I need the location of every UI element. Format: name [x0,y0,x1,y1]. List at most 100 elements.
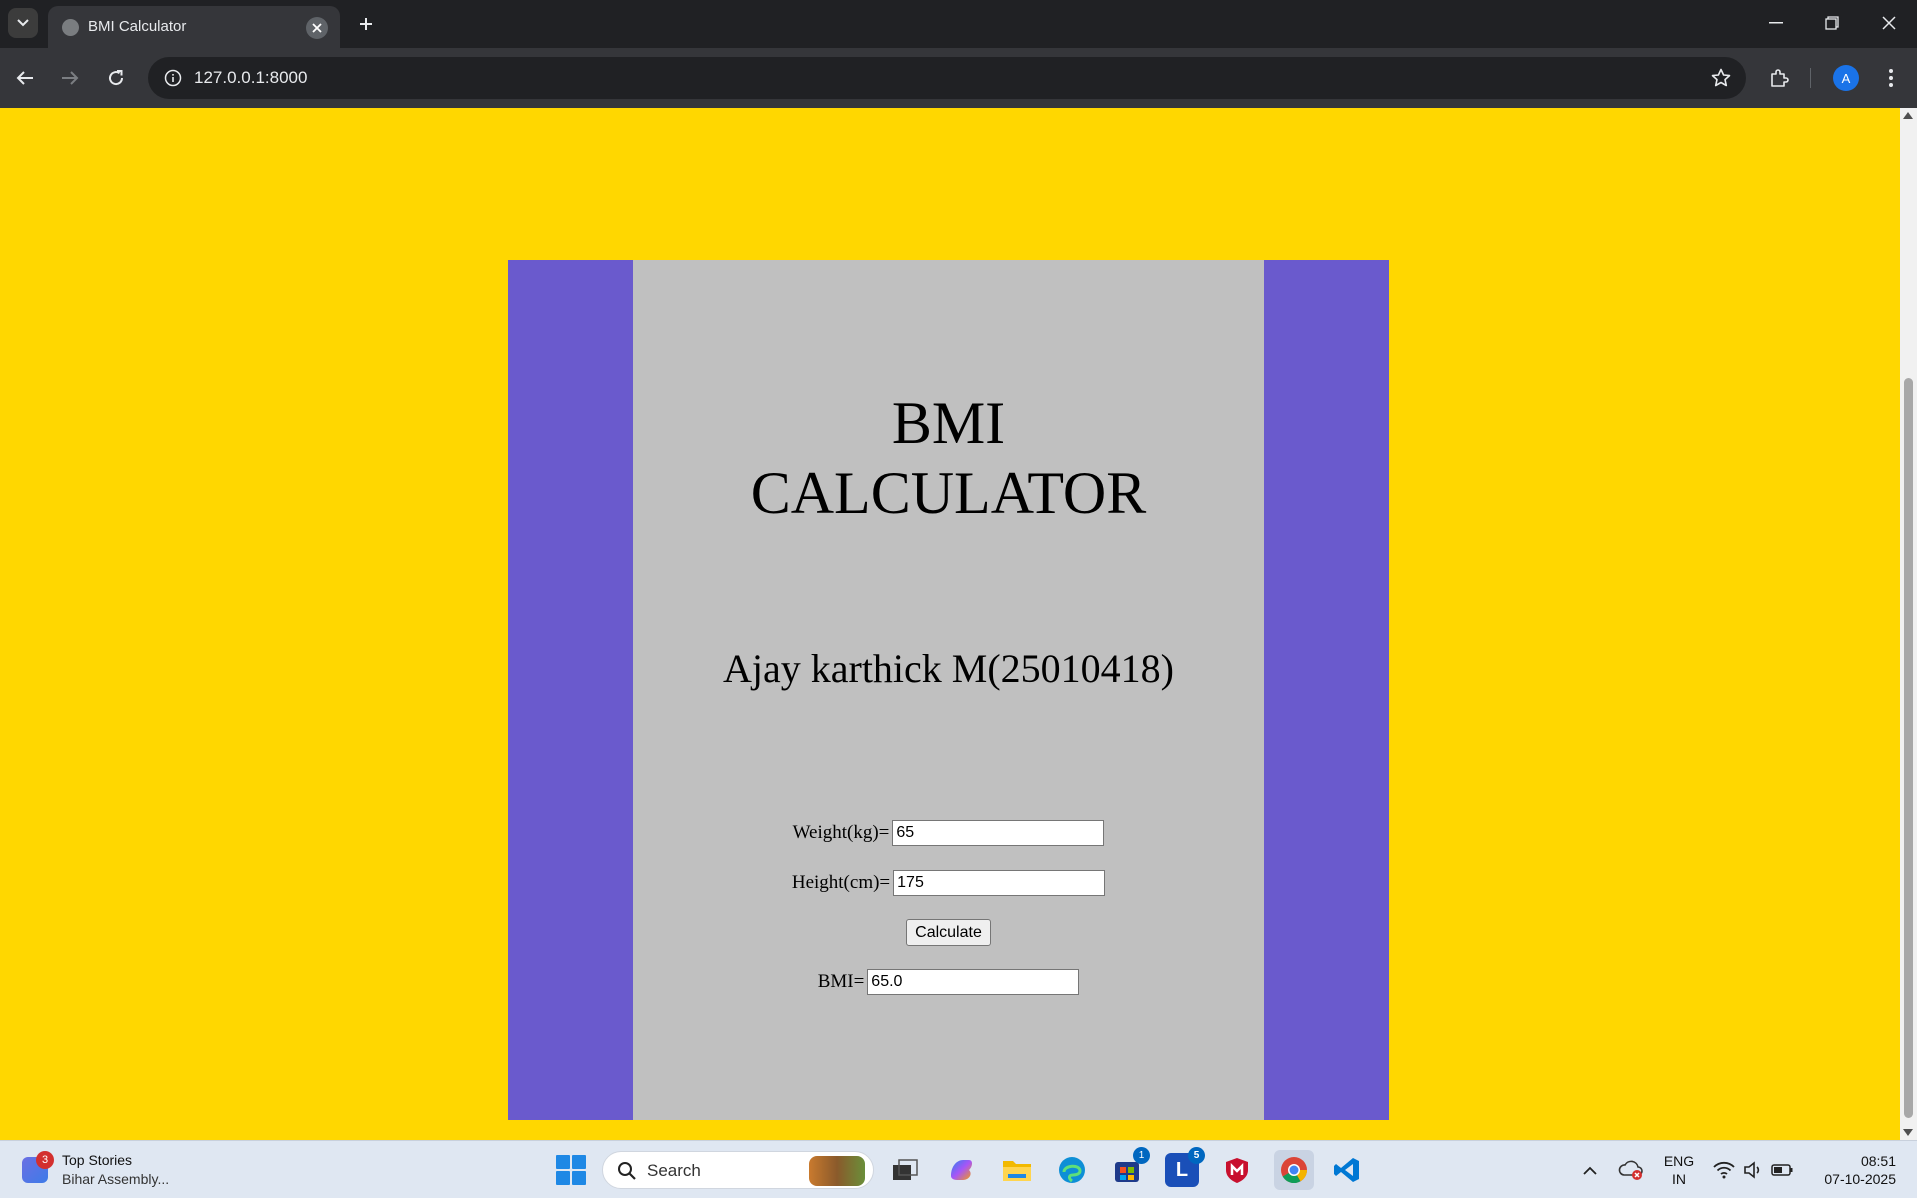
browser-toolbar: 127.0.0.1:8000 A [0,48,1917,108]
windows-logo-pane [556,1171,570,1185]
taskbar-search[interactable]: Search [602,1151,874,1189]
title-line-2: CALCULATOR [750,460,1147,526]
l-app-icon: L [1175,1158,1189,1181]
reload-icon [109,70,124,86]
copilot-icon [951,1160,972,1180]
page-title: BMI CALCULATOR [633,388,1264,528]
calculate-button[interactable]: Calculate [906,919,991,946]
minimize-button[interactable] [1748,0,1804,46]
height-row: Height(cm)= [633,870,1264,896]
clock-date: 07-10-2025 [1824,1171,1896,1187]
search-label: Search [647,1161,701,1180]
more-vert-icon [1889,69,1893,87]
vscode-button[interactable] [1330,1153,1364,1187]
copilot-button[interactable] [944,1153,978,1187]
language-line-1: ENG [1663,1153,1695,1169]
battery-icon [1771,1164,1793,1176]
cloud-error-icon [1618,1160,1643,1180]
search-icon [618,1162,636,1180]
scroll-down-arrow-icon[interactable] [1903,1129,1913,1136]
new-tab-button[interactable] [352,10,380,38]
scroll-thumb[interactable] [1904,378,1913,1118]
puzzle-icon [1771,69,1789,87]
windows-logo-pane [556,1155,570,1169]
mcafee-button[interactable] [1220,1153,1254,1187]
weight-label: Weight(kg)= [792,822,890,843]
arrow-right-icon [62,71,79,85]
back-button[interactable] [9,62,41,94]
height-input[interactable] [893,870,1106,896]
info-icon [164,69,182,87]
bmi-container: BMI CALCULATOR Ajay karthick M(25010418)… [508,260,1389,1120]
chrome-button[interactable] [1274,1150,1314,1190]
minimize-icon [1769,22,1783,24]
restore-button[interactable] [1804,0,1860,46]
task-view-button[interactable] [888,1153,922,1187]
store-button[interactable]: 1 [1110,1147,1150,1187]
quick-settings-button[interactable] [1708,1153,1798,1187]
star-icon [1711,68,1731,87]
onedrive-status-button[interactable] [1614,1153,1648,1187]
vscode-icon [1334,1158,1359,1182]
bookmark-button[interactable] [1708,65,1734,91]
news-title: Top Stories [62,1152,133,1168]
browser-tab-active[interactable]: BMI Calculator [48,6,340,48]
edge-icon [1059,1157,1085,1183]
scroll-up-arrow-icon[interactable] [1903,112,1913,119]
chevron-up-icon [1583,1166,1597,1175]
bmi-output[interactable] [867,969,1080,995]
bmi-card: BMI CALCULATOR Ajay karthick M(25010418)… [633,260,1264,1120]
bmi-row: BMI= [633,969,1264,995]
wifi-icon [1713,1161,1735,1179]
start-button[interactable] [556,1155,586,1185]
news-subtitle: Bihar Assembly... [62,1171,170,1187]
language-indicator[interactable]: ENG IN [1660,1152,1698,1188]
page-viewport: BMI CALCULATOR Ajay karthick M(25010418)… [0,108,1900,1140]
extensions-button[interactable] [1763,62,1795,94]
plus-icon [360,18,372,30]
search-highlight-image [809,1156,865,1186]
weight-row: Weight(kg)= [633,820,1264,846]
menu-button[interactable] [1875,62,1907,94]
task-view-icon [893,1159,918,1180]
edge-button[interactable] [1055,1153,1089,1187]
chrome-icon [1281,1157,1308,1184]
page-scrollbar[interactable] [1900,108,1917,1140]
windows-taskbar: 3 Top Stories Bihar Assembly... Search 1… [0,1140,1917,1198]
globe-icon [62,19,79,36]
windows-logo-pane [572,1171,586,1185]
browser-tabstrip: BMI Calculator [0,0,1917,48]
chevron-down-icon [17,19,29,27]
close-window-button[interactable] [1861,0,1917,46]
tab-title: BMI Calculator [88,18,187,35]
site-info-button[interactable] [160,65,186,91]
close-icon [1882,16,1896,30]
weight-input[interactable] [892,820,1105,846]
profile-avatar[interactable]: A [1833,65,1859,91]
news-widget[interactable]: 3 Top Stories Bihar Assembly... [20,1149,200,1191]
l-app-button[interactable]: L 5 [1165,1147,1205,1187]
clock-time: 08:51 [1860,1153,1896,1169]
mcafee-shield-icon [1226,1158,1248,1183]
title-line-1: BMI [891,390,1006,456]
close-icon [312,23,322,33]
student-name: Ajay karthick M(25010418) [722,646,1174,691]
height-label: Height(cm)= [791,872,891,893]
address-bar[interactable]: 127.0.0.1:8000 [148,57,1746,99]
news-badge: 3 [36,1151,54,1169]
reload-button[interactable] [100,62,132,94]
arrow-left-icon [16,71,33,85]
l-app-badge: 5 [1188,1147,1205,1164]
tab-close-button[interactable] [306,17,328,39]
forward-button[interactable] [54,62,86,94]
language-line-2: IN [1672,1171,1686,1187]
toolbar-divider [1810,68,1811,88]
calculate-row: Calculate [633,919,1264,946]
url-text: 127.0.0.1:8000 [194,68,308,87]
tab-search-button[interactable] [8,8,38,38]
clock[interactable]: 08:51 07-10-2025 [1808,1152,1896,1188]
bmi-label: BMI= [817,971,865,992]
file-explorer-button[interactable] [1000,1153,1034,1187]
show-hidden-icons-button[interactable] [1573,1153,1607,1187]
folder-icon [1003,1161,1031,1181]
